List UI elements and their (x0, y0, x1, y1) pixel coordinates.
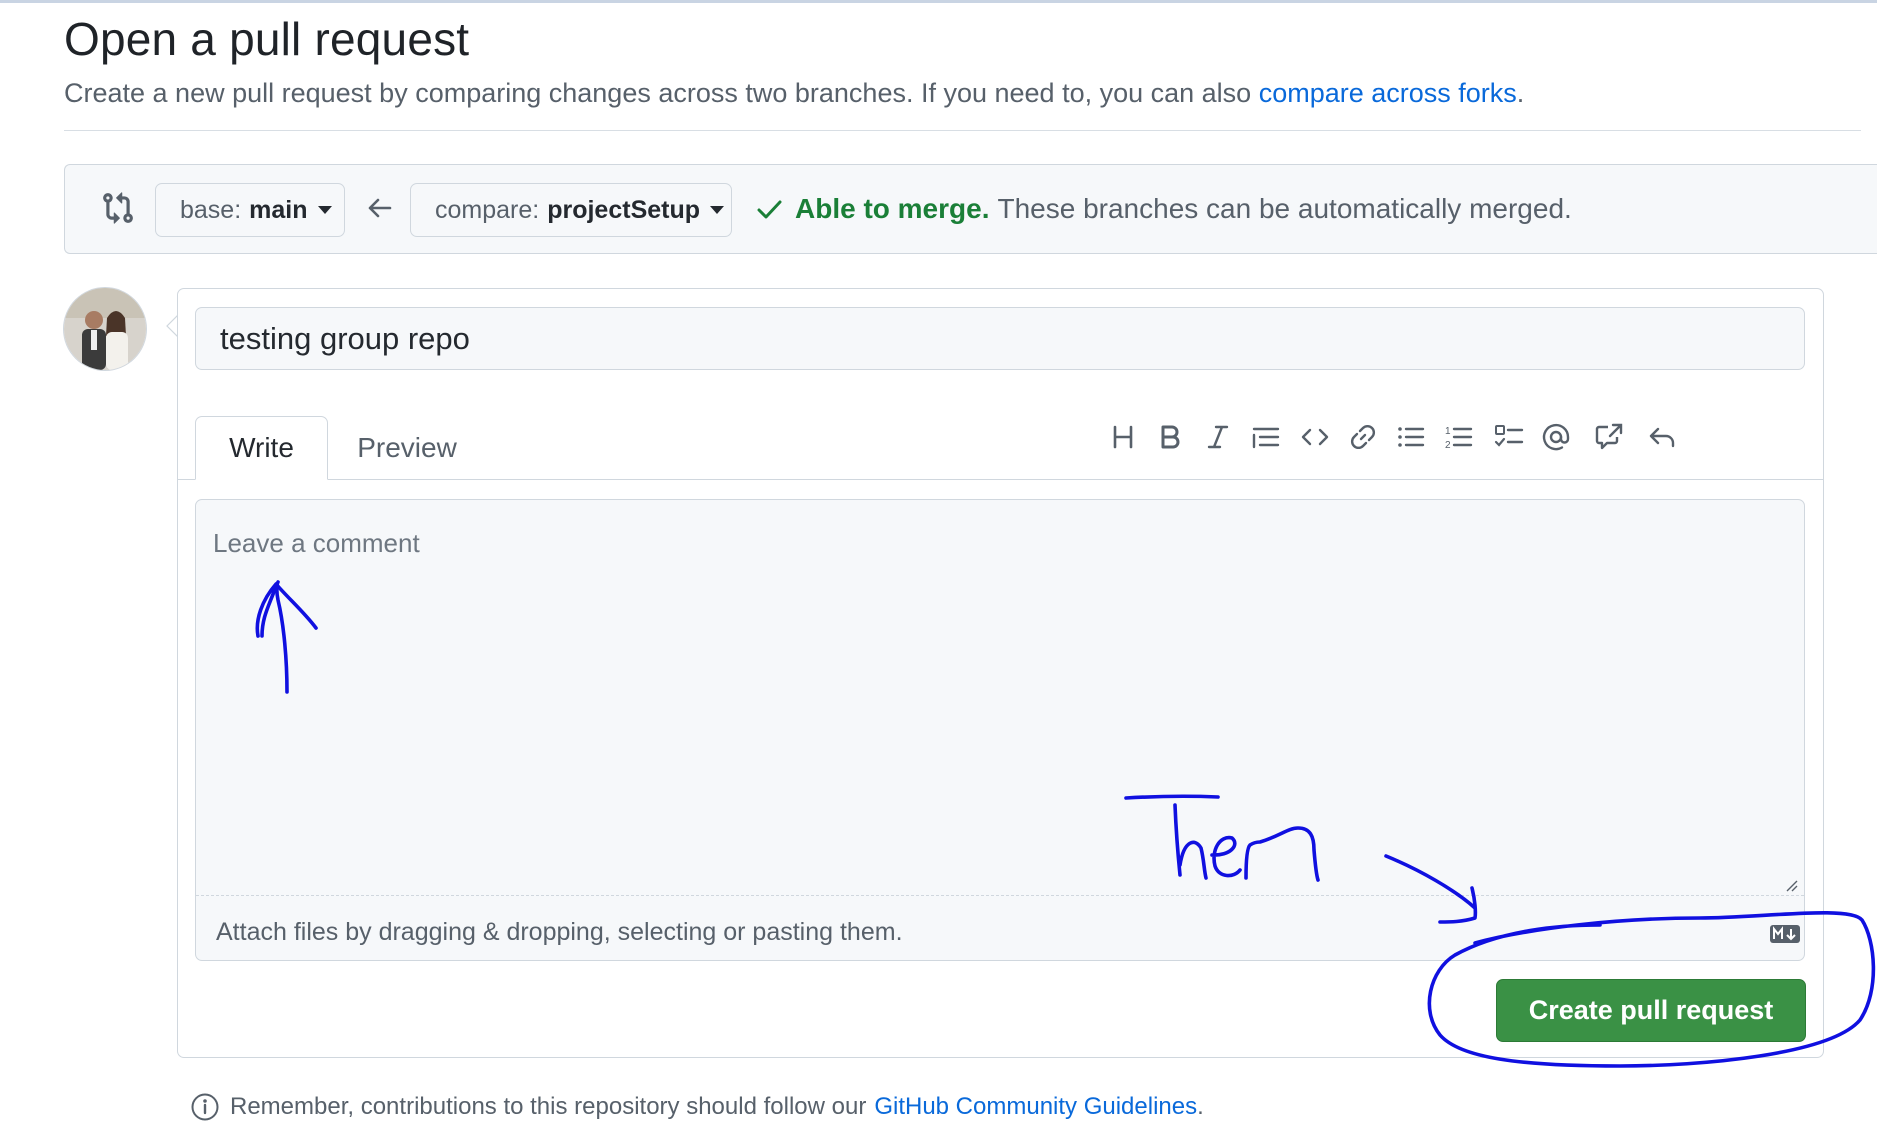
attach-files-hint[interactable]: Attach files by dragging & dropping, sel… (216, 918, 903, 947)
page-subtitle: Create a new pull request by comparing c… (64, 78, 1524, 109)
comment-editor: Leave a comment Attach files by dragging… (195, 499, 1805, 961)
compare-prefix: compare: (435, 195, 540, 224)
check-icon (757, 200, 782, 219)
italic-button[interactable] (1196, 415, 1240, 459)
quote-icon (1252, 427, 1280, 449)
link-icon (1351, 425, 1375, 449)
caret-down-icon (317, 206, 332, 214)
base-prefix: base: (180, 195, 242, 224)
subtitle-text: Create a new pull request by comparing c… (64, 78, 1252, 108)
base-branch-name: main (249, 195, 308, 224)
attach-divider (196, 895, 1804, 896)
svg-text:2: 2 (1445, 440, 1451, 451)
heading-icon (1113, 425, 1133, 449)
reminder-text: Remember, contributions to this reposito… (230, 1093, 867, 1120)
link-button[interactable] (1341, 415, 1385, 459)
mention-button[interactable] (1534, 415, 1578, 459)
reply-button[interactable] (1640, 415, 1684, 459)
resize-handle-icon[interactable] (1784, 878, 1798, 892)
code-button[interactable] (1293, 415, 1337, 459)
task-list-icon (1494, 425, 1524, 447)
branch-range-bar: base: main compare: projectSetup Able to… (64, 164, 1877, 254)
community-guidelines-link[interactable]: GitHub Community Guidelines (874, 1093, 1197, 1121)
heading-button[interactable] (1101, 415, 1145, 459)
unordered-list-icon (1398, 427, 1425, 447)
page-title: Open a pull request (64, 13, 470, 65)
task-list-button[interactable] (1487, 415, 1531, 459)
tab-preview[interactable]: Preview (328, 416, 486, 480)
reminder-end: . (1197, 1093, 1204, 1120)
svg-text:1: 1 (1445, 426, 1451, 437)
info-icon (191, 1093, 219, 1121)
git-compare-icon (103, 192, 133, 224)
markdown-icon[interactable] (1769, 924, 1801, 944)
code-icon (1301, 428, 1329, 446)
contribution-reminder: Remember, contributions to this reposito… (190, 1092, 1204, 1122)
cross-reference-button[interactable] (1587, 415, 1631, 459)
compare-across-forks-link[interactable]: compare across forks (1259, 78, 1517, 108)
divider (64, 130, 1861, 131)
subtitle-end: . (1516, 78, 1525, 108)
quote-button[interactable] (1244, 415, 1288, 459)
mention-icon (1542, 423, 1570, 451)
caret-down-icon (710, 206, 725, 214)
merge-status: Able to merge. These branches can be aut… (755, 193, 1572, 225)
avatar[interactable] (64, 288, 146, 370)
tab-write[interactable]: Write (195, 416, 328, 480)
compare-branch-name: projectSetup (547, 195, 701, 224)
create-pull-request-button[interactable]: Create pull request (1496, 979, 1806, 1042)
italic-icon (1207, 425, 1229, 449)
avatar-photo (64, 288, 146, 370)
ordered-list-icon: 12 (1445, 426, 1473, 451)
unordered-list-button[interactable] (1389, 415, 1433, 459)
compare-branch-select[interactable]: compare: projectSetup (410, 183, 732, 237)
merge-message: These branches can be automatically merg… (997, 193, 1572, 224)
bold-icon (1161, 425, 1180, 449)
pr-title-input[interactable]: testing group repo (195, 307, 1805, 370)
cross-reference-icon (1595, 423, 1623, 450)
comment-textarea[interactable]: Leave a comment (196, 500, 1804, 895)
reply-icon (1649, 427, 1675, 448)
top-border (0, 0, 1877, 3)
ordered-list-button[interactable]: 12 (1437, 415, 1481, 459)
arrow-left-icon (368, 198, 392, 218)
base-branch-select[interactable]: base: main (155, 183, 345, 237)
pull-request-form: testing group repo Write Preview 12 Leav… (177, 288, 1824, 1058)
bold-button[interactable] (1148, 415, 1192, 459)
merge-ok-label: Able to merge. (795, 193, 990, 224)
